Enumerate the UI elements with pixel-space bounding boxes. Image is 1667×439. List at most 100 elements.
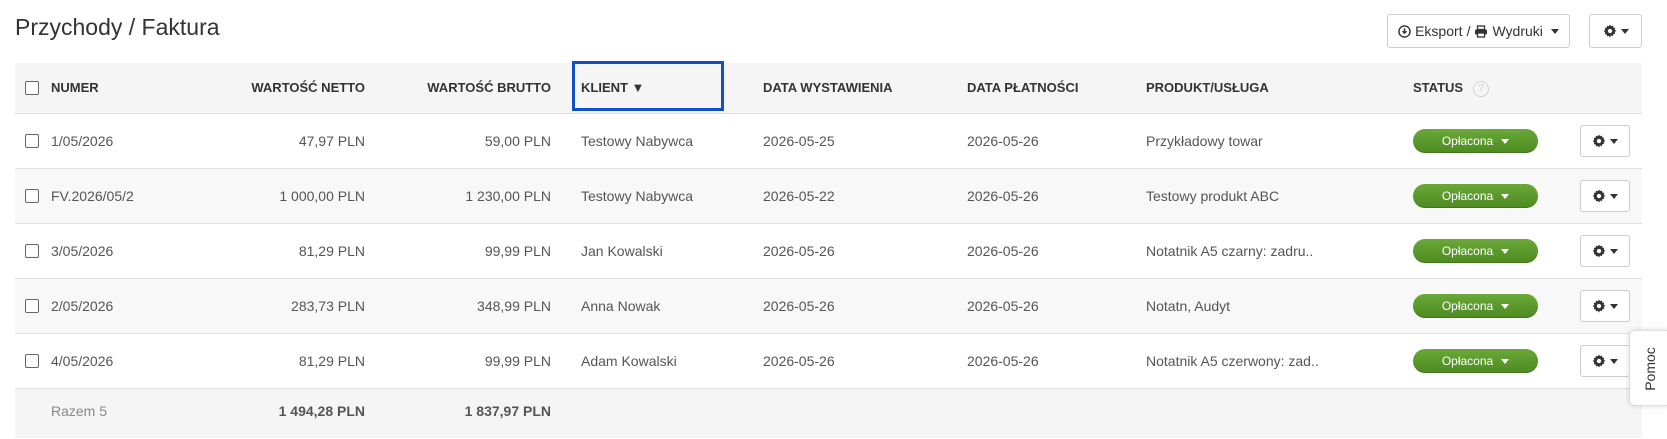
gear-icon — [1592, 354, 1606, 368]
cell-data-wystawienia: 2026-05-26 — [763, 243, 835, 259]
table-row[interactable]: 2/05/2026 283,73 PLN 348,99 PLN Anna Now… — [15, 278, 1642, 333]
help-circle-icon[interactable]: ? — [1473, 80, 1490, 97]
column-header-status[interactable]: STATUS? — [1413, 63, 1490, 113]
cell-brutto: 99,99 PLN — [484, 243, 551, 259]
invoice-table: NUMER WARTOŚĆ NETTO WARTOŚĆ BRUTTO KLIEN… — [15, 61, 1642, 438]
chevron-down-icon — [1501, 139, 1510, 145]
cell-data-platnosci: 2026-05-26 — [967, 188, 1039, 204]
status-label: Opłacona — [1441, 299, 1494, 313]
column-header-klient[interactable]: KLIENT ▼ — [581, 63, 644, 113]
table-row[interactable]: 4/05/2026 81,29 PLN 99,99 PLN Adam Kowal… — [15, 333, 1642, 388]
cell-numer[interactable]: 1/05/2026 — [51, 114, 113, 169]
chevron-down-icon — [1610, 248, 1618, 254]
status-label: Opłacona — [1441, 134, 1494, 148]
row-settings-button[interactable] — [1580, 290, 1630, 322]
cell-data-wystawienia: 2026-05-25 — [763, 133, 835, 149]
column-header-numer[interactable]: NUMER — [51, 63, 99, 113]
toolbar-separator: / — [1466, 23, 1471, 39]
page-title: Przychody / Faktura — [15, 14, 220, 40]
cell-produkt: Notatnik A5 czerwony: zad.. — [1146, 353, 1319, 369]
help-tab-label: Pomoc — [1642, 347, 1658, 391]
table-row[interactable]: 3/05/2026 81,29 PLN 99,99 PLN Jan Kowals… — [15, 223, 1642, 278]
status-badge[interactable]: Opłacona — [1413, 349, 1538, 373]
settings-menu-button[interactable] — [1589, 14, 1642, 48]
cell-numer[interactable]: FV.2026/05/2 — [51, 169, 134, 224]
cell-data-platnosci: 2026-05-26 — [967, 298, 1039, 314]
cell-klient: Testowy Nabywca — [581, 188, 694, 204]
cell-klient: Testowy Nabywca — [581, 133, 694, 149]
footer-count-label: Razem 5 — [51, 403, 108, 419]
cell-klient: Anna Nowak — [581, 298, 661, 314]
row-settings-button[interactable] — [1580, 345, 1630, 377]
cell-data-wystawienia: 2026-05-26 — [763, 298, 835, 314]
chevron-down-icon — [1610, 303, 1618, 309]
chevron-down-icon — [1501, 194, 1510, 200]
table-row[interactable]: FV.2026/05/2 1 000,00 PLN 1 230,00 PLN T… — [15, 168, 1642, 223]
chevron-down-icon — [1501, 249, 1510, 255]
status-header-label: STATUS — [1413, 80, 1464, 95]
export-print-button[interactable]: Eksport / Wydruki — [1387, 14, 1570, 48]
row-checkbox[interactable] — [25, 299, 39, 313]
table-header: NUMER WARTOŚĆ NETTO WARTOŚĆ BRUTTO KLIEN… — [15, 61, 1642, 113]
cell-data-platnosci: 2026-05-26 — [967, 133, 1039, 149]
chevron-down-icon — [1610, 193, 1618, 199]
status-badge[interactable]: Opłacona — [1413, 239, 1538, 263]
cell-netto: 81,29 PLN — [298, 243, 365, 259]
download-circle-icon — [1398, 24, 1411, 38]
column-header-produkt[interactable]: PRODUKT/USŁUGA — [1146, 63, 1269, 113]
cell-numer[interactable]: 3/05/2026 — [51, 224, 113, 279]
column-header-brutto[interactable]: WARTOŚĆ BRUTTO — [375, 63, 551, 113]
cell-data-platnosci: 2026-05-26 — [967, 243, 1039, 259]
cell-numer[interactable]: 2/05/2026 — [51, 279, 113, 334]
gear-icon — [1592, 299, 1606, 313]
cell-data-wystawienia: 2026-05-26 — [763, 353, 835, 369]
cell-data-wystawienia: 2026-05-22 — [763, 188, 835, 204]
chevron-down-icon — [1610, 358, 1618, 364]
row-checkbox[interactable] — [25, 244, 39, 258]
table-footer: Razem 5 1 494,28 PLN 1 837,97 PLN — [15, 388, 1642, 438]
row-checkbox[interactable] — [25, 354, 39, 368]
cell-netto: 47,97 PLN — [298, 133, 365, 149]
chevron-down-icon — [1610, 138, 1618, 144]
column-header-netto[interactable]: WARTOŚĆ NETTO — [195, 63, 365, 113]
cell-netto: 283,73 PLN — [291, 298, 365, 314]
column-header-data-platnosci[interactable]: DATA PŁATNOŚCI — [967, 63, 1078, 113]
row-settings-button[interactable] — [1580, 125, 1630, 157]
cell-produkt: Notatn, Audyt — [1146, 298, 1231, 314]
chevron-down-icon — [1550, 28, 1559, 34]
footer-brutto-total: 1 837,97 PLN — [464, 403, 551, 419]
cell-numer[interactable]: 4/05/2026 — [51, 334, 113, 389]
table-row[interactable]: 1/05/2026 47,97 PLN 59,00 PLN Testowy Na… — [15, 113, 1642, 168]
row-checkbox[interactable] — [25, 134, 39, 148]
cell-produkt: Testowy produkt ABC — [1146, 188, 1280, 204]
gear-icon — [1603, 24, 1616, 38]
status-badge[interactable]: Opłacona — [1413, 294, 1538, 318]
chevron-down-icon — [1501, 359, 1510, 365]
row-settings-button[interactable] — [1580, 235, 1630, 267]
chevron-down-icon — [1620, 28, 1629, 34]
row-settings-button[interactable] — [1580, 180, 1630, 212]
cell-brutto: 99,99 PLN — [484, 353, 551, 369]
chevron-down-icon — [1501, 304, 1510, 310]
cell-brutto: 348,99 PLN — [477, 298, 551, 314]
gear-icon — [1592, 244, 1606, 258]
help-tab[interactable]: Pomoc — [1629, 330, 1667, 406]
print-label: Wydruki — [1492, 23, 1543, 39]
cell-klient: Jan Kowalski — [581, 243, 663, 259]
cell-produkt: Przykładowy towar — [1146, 133, 1263, 149]
gear-icon — [1592, 189, 1606, 203]
column-header-data-wystawienia[interactable]: DATA WYSTAWIENIA — [763, 63, 893, 113]
cell-produkt: Notatnik A5 czarny: zadru.. — [1146, 243, 1314, 259]
cell-netto: 81,29 PLN — [298, 353, 365, 369]
select-all-checkbox[interactable] — [25, 81, 39, 95]
export-label: Eksport — [1415, 23, 1463, 39]
cell-data-platnosci: 2026-05-26 — [967, 353, 1039, 369]
status-badge[interactable]: Opłacona — [1413, 129, 1538, 153]
printer-icon — [1475, 24, 1488, 38]
status-label: Opłacona — [1441, 354, 1494, 368]
cell-netto: 1 000,00 PLN — [279, 188, 365, 204]
row-checkbox[interactable] — [25, 189, 39, 203]
cell-brutto: 59,00 PLN — [484, 133, 551, 149]
cell-brutto: 1 230,00 PLN — [465, 188, 551, 204]
status-badge[interactable]: Opłacona — [1413, 184, 1538, 208]
